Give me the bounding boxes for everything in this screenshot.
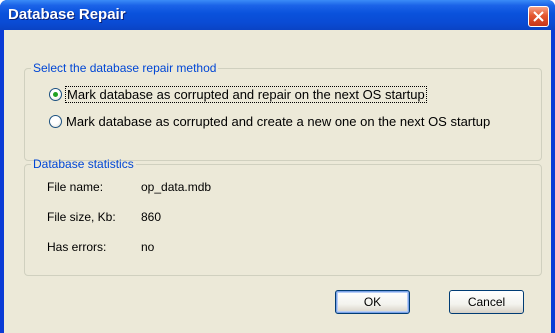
- repair-option-label: Mark database as corrupted and repair on…: [65, 85, 427, 103]
- close-button[interactable]: [528, 6, 549, 27]
- file-size-value: 860: [141, 210, 162, 224]
- radio-unselected-icon[interactable]: [49, 114, 62, 128]
- window-title: Database Repair: [8, 6, 126, 23]
- ok-button[interactable]: OK: [335, 290, 410, 314]
- cancel-button[interactable]: Cancel: [449, 290, 524, 314]
- file-name-value: op_data.mdb: [141, 180, 212, 194]
- statistics-legend: Database statistics: [33, 157, 134, 171]
- repair-method-group: Select the database repair method: [24, 61, 542, 161]
- has-errors-label: Has errors:: [47, 240, 107, 254]
- dialog-body: Select the database repair method Mark d…: [4, 30, 551, 333]
- title-bar[interactable]: Database Repair: [0, 0, 555, 30]
- database-repair-dialog: Database Repair Select the database repa…: [0, 0, 555, 333]
- repair-option-repair-next-startup[interactable]: Mark database as corrupted and repair on…: [49, 85, 427, 103]
- close-icon: [533, 11, 544, 22]
- repair-option-create-new[interactable]: Mark database as corrupted and create a …: [49, 112, 490, 130]
- file-size-label: File size, Kb:: [47, 210, 116, 224]
- file-name-label: File name:: [47, 180, 104, 194]
- radio-selected-icon[interactable]: [49, 87, 62, 101]
- has-errors-value: no: [141, 240, 155, 254]
- repair-method-legend: Select the database repair method: [33, 61, 217, 75]
- create-new-option-label: Mark database as corrupted and create a …: [66, 113, 491, 129]
